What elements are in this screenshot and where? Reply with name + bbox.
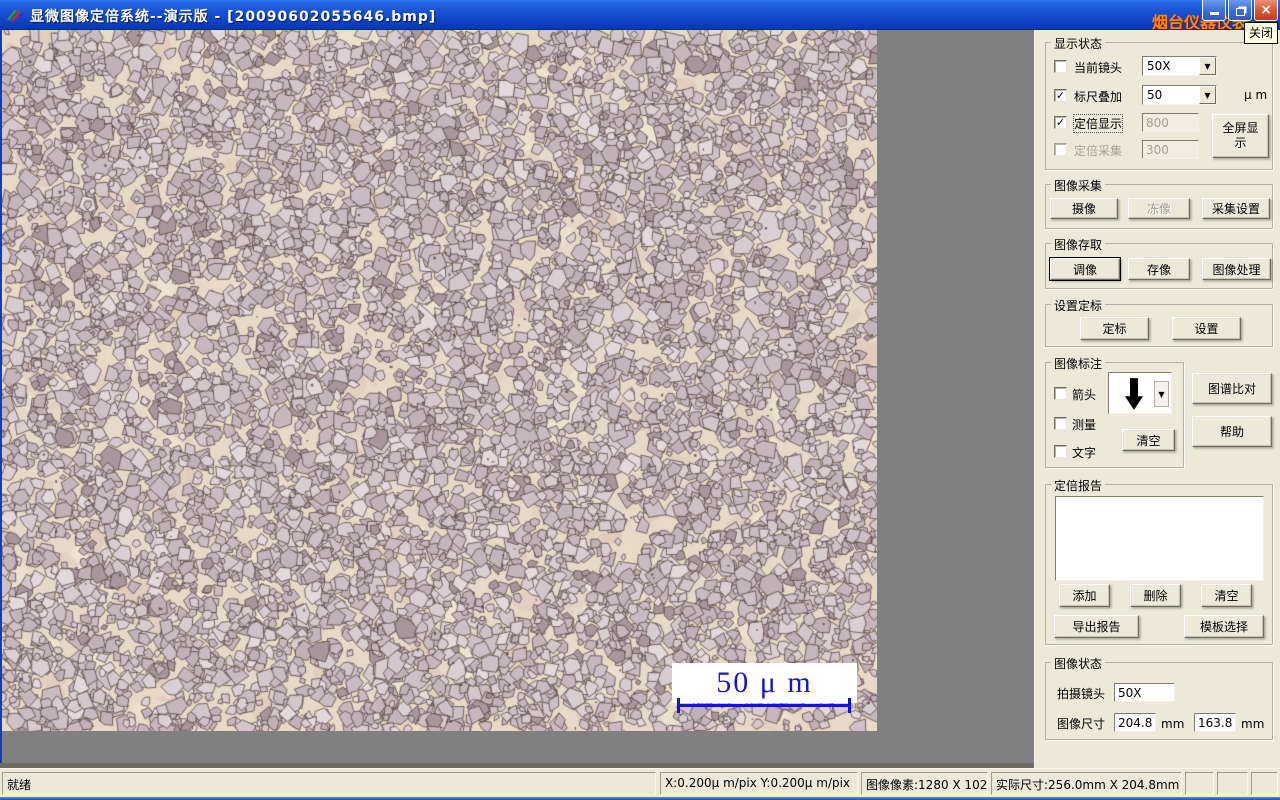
ruler-value: 50 bbox=[1147, 88, 1163, 102]
fixed-display-label: 定倍显示 bbox=[1072, 114, 1124, 133]
text-checkbox[interactable] bbox=[1054, 445, 1067, 458]
atlas-compare-button[interactable]: 图谱比对 bbox=[1192, 373, 1272, 404]
group-calibration: 设置定标 定标 设置 bbox=[1045, 297, 1273, 347]
text-label: 文字 bbox=[1072, 446, 1097, 460]
capture-lens-value: 50X bbox=[1114, 683, 1175, 702]
report-delete-button[interactable]: 删除 bbox=[1130, 584, 1181, 607]
report-listbox[interactable] bbox=[1055, 496, 1264, 581]
scale-bar-line bbox=[677, 704, 851, 707]
check-icon: ✓ bbox=[1055, 88, 1066, 102]
group-image-capture-title: 图像采集 bbox=[1051, 177, 1106, 194]
group-image-storage: 图像存取 调像 存像 图像处理 bbox=[1045, 236, 1273, 289]
scale-bar-tick-left bbox=[677, 698, 680, 713]
check-icon: ✓ bbox=[1055, 115, 1066, 129]
group-report-title: 定倍报告 bbox=[1051, 477, 1106, 494]
template-select-button[interactable]: 模板选择 bbox=[1184, 615, 1264, 638]
image-height-unit: mm bbox=[1241, 717, 1265, 731]
minimize-button[interactable] bbox=[1202, 0, 1226, 21]
image-width-unit: mm bbox=[1161, 717, 1185, 731]
capture-settings-button[interactable]: 采集设置 bbox=[1202, 198, 1270, 219]
export-report-button[interactable]: 导出报告 bbox=[1054, 615, 1139, 638]
arrow-label: 箭头 bbox=[1072, 388, 1097, 402]
restore-icon bbox=[1235, 8, 1245, 16]
current-lens-checkbox[interactable] bbox=[1054, 60, 1067, 73]
statusbar-actual-size: 实际尺寸:256.0mm X 204.8mm bbox=[991, 772, 1182, 795]
fixed-display-input: 800 bbox=[1142, 113, 1199, 132]
close-button[interactable]: × bbox=[1254, 0, 1278, 21]
scale-bar-text: 50 μ m bbox=[716, 666, 813, 699]
statusbar-empty-2 bbox=[1217, 772, 1248, 795]
micrograph-image[interactable] bbox=[2, 30, 877, 731]
group-image-capture: 图像采集 摄像 冻像 采集设置 bbox=[1045, 177, 1273, 229]
close-tooltip: 关闭 bbox=[1244, 22, 1279, 44]
statusbar-ready: 就绪 bbox=[2, 772, 656, 795]
current-lens-label: 当前镜头 bbox=[1074, 61, 1123, 75]
fixed-capture-checkbox bbox=[1054, 143, 1067, 156]
fixed-capture-input: 300 bbox=[1142, 140, 1199, 159]
freeze-button: 冻像 bbox=[1128, 198, 1190, 219]
status-bar: 就绪 X:0.200μ m/pix Y:0.200μ m/pix 图像像素:12… bbox=[0, 768, 1280, 797]
help-button[interactable]: 帮助 bbox=[1192, 416, 1272, 447]
image-process-button[interactable]: 图像处理 bbox=[1202, 258, 1271, 280]
statusbar-image-pixels: 图像像素:1280 X 1024 bbox=[861, 772, 988, 795]
calibrate-button[interactable]: 定标 bbox=[1080, 317, 1149, 340]
micrograph-viewport[interactable]: 50 μ m bbox=[2, 30, 877, 731]
window-title: 显微图像定倍系统--演示版 - [20090602055646.bmp] bbox=[30, 9, 437, 25]
image-height-value: 163.8 bbox=[1194, 713, 1236, 732]
title-bar: 显微图像定倍系统--演示版 - [20090602055646.bmp] 烟台仪… bbox=[0, 0, 1280, 30]
group-annotation-title: 图像标注 bbox=[1051, 355, 1106, 372]
current-lens-select[interactable]: 50X ▼ bbox=[1142, 56, 1217, 76]
group-calibration-title: 设置定标 bbox=[1051, 297, 1106, 314]
group-display-status-title: 显示状态 bbox=[1051, 35, 1106, 52]
image-size-label: 图像尺寸 bbox=[1057, 717, 1106, 731]
app-icon bbox=[6, 9, 24, 23]
arrow-style-picker[interactable]: ▼ bbox=[1108, 372, 1172, 414]
chevron-down-icon[interactable]: ▼ bbox=[1154, 381, 1169, 407]
ruler-overlay-label: 标尺叠加 bbox=[1074, 90, 1123, 104]
ruler-unit-label: μ m bbox=[1244, 88, 1268, 102]
down-arrow-icon bbox=[1124, 378, 1144, 410]
fixed-capture-label: 定倍采集 bbox=[1074, 144, 1123, 158]
report-clear-button[interactable]: 清空 bbox=[1201, 584, 1252, 607]
fixed-display-checkbox[interactable]: ✓ bbox=[1054, 116, 1067, 129]
calibration-setup-button[interactable]: 设置 bbox=[1172, 317, 1241, 340]
group-image-storage-title: 图像存取 bbox=[1051, 236, 1106, 253]
minimize-icon bbox=[1209, 12, 1219, 15]
fullscreen-button[interactable]: 全屏显示 bbox=[1212, 114, 1269, 158]
annotation-clear-button[interactable]: 清空 bbox=[1122, 429, 1175, 451]
group-image-status: 图像状态 拍摄镜头 50X 图像尺寸 204.8 mm 163.8 mm bbox=[1045, 655, 1273, 740]
statusbar-empty-3 bbox=[1251, 772, 1278, 795]
close-icon: × bbox=[1260, 2, 1272, 18]
measure-label: 测量 bbox=[1072, 418, 1097, 432]
scale-bar-label-box: 50 μ m bbox=[672, 663, 857, 703]
camera-button[interactable]: 摄像 bbox=[1050, 198, 1118, 219]
current-lens-value: 50X bbox=[1147, 59, 1171, 73]
report-add-button[interactable]: 添加 bbox=[1059, 584, 1110, 607]
group-report: 定倍报告 添加 删除 清空 导出报告 模板选择 bbox=[1045, 477, 1273, 645]
save-image-button[interactable]: 存像 bbox=[1128, 258, 1190, 280]
statusbar-pixel-scale: X:0.200μ m/pix Y:0.200μ m/pix bbox=[660, 772, 858, 795]
image-width-value: 204.8 bbox=[1114, 713, 1156, 732]
control-panel: 显示状态 当前镜头 50X ▼ ✓ 标尺叠加 50 ▼ μ m ✓ 定倍显示 8… bbox=[1034, 30, 1280, 768]
capture-lens-label: 拍摄镜头 bbox=[1057, 687, 1106, 701]
ruler-overlay-checkbox[interactable]: ✓ bbox=[1054, 89, 1067, 102]
arrow-checkbox[interactable] bbox=[1054, 387, 1067, 400]
statusbar-empty-1 bbox=[1185, 772, 1214, 795]
load-image-button[interactable]: 调像 bbox=[1049, 257, 1121, 281]
restore-button[interactable] bbox=[1228, 0, 1252, 21]
chevron-down-icon[interactable]: ▼ bbox=[1199, 57, 1216, 75]
group-display-status: 显示状态 当前镜头 50X ▼ ✓ 标尺叠加 50 ▼ μ m ✓ 定倍显示 8… bbox=[1045, 35, 1273, 170]
ruler-value-select[interactable]: 50 ▼ bbox=[1142, 85, 1217, 105]
group-annotation: 图像标注 箭头 ▼ 测量 清空 文字 bbox=[1045, 355, 1184, 468]
chevron-down-icon[interactable]: ▼ bbox=[1199, 86, 1216, 104]
scale-bar-tick-right bbox=[848, 698, 851, 713]
measure-checkbox[interactable] bbox=[1054, 417, 1067, 430]
group-image-status-title: 图像状态 bbox=[1051, 655, 1106, 672]
